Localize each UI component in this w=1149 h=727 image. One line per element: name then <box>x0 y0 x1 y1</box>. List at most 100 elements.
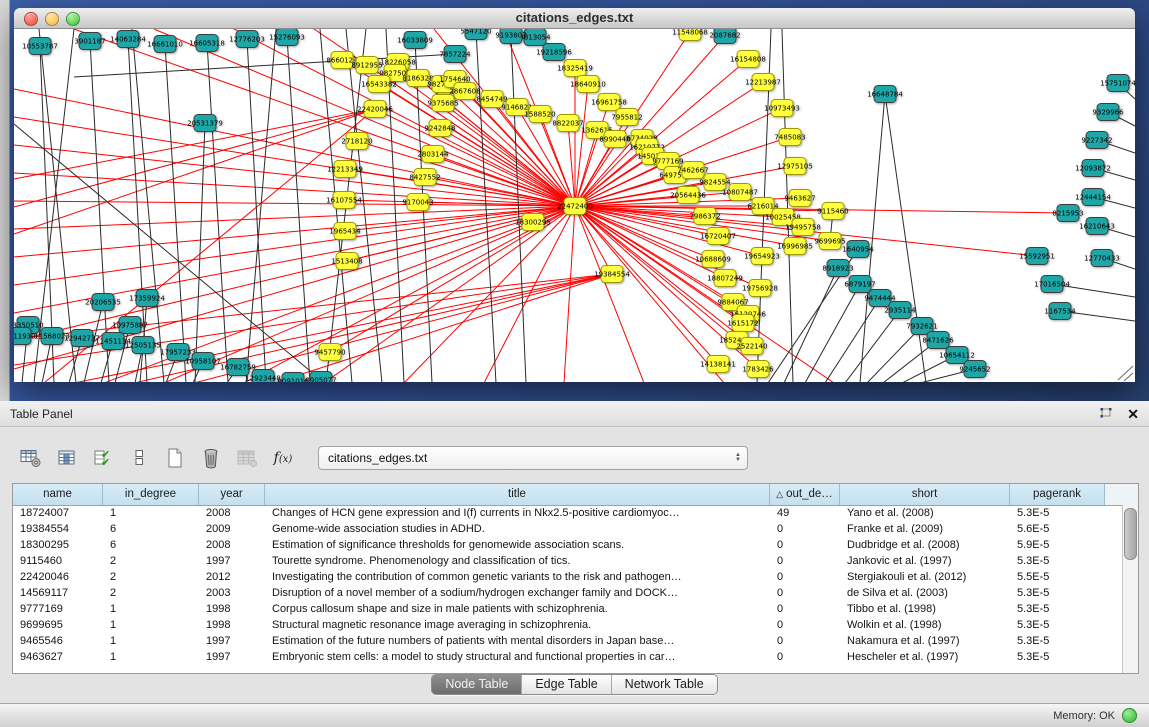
graph-node[interactable]: 20206535 <box>85 294 121 311</box>
graph-node[interactable]: 9193807 <box>495 29 526 44</box>
memory-ok-led[interactable] <box>1122 708 1137 723</box>
graph-node[interactable]: 20531379 <box>187 115 223 132</box>
tab-node-table[interactable]: Node Table <box>432 675 522 694</box>
graph-node[interactable]: 12770433 <box>1084 250 1120 267</box>
graph-node[interactable]: 15592951 <box>1019 248 1055 265</box>
table-row[interactable]: 911546021997Tourette syndrome. Phenomeno… <box>13 554 1138 570</box>
canvas-resize-grip[interactable] <box>1118 366 1133 381</box>
minimize-window-button[interactable] <box>45 12 59 26</box>
graph-node[interactable]: 3901187 <box>74 33 105 50</box>
graph-node[interactable]: 12776203 <box>229 31 265 48</box>
table-row[interactable]: 946362711997Embryonic stem cells: a mode… <box>13 650 1138 666</box>
graph-node[interactable]: 16782759 <box>220 359 256 376</box>
graph-node[interactable]: 12093872 <box>1075 160 1111 177</box>
table-row[interactable]: 977716911998Corpus callosum shape and si… <box>13 602 1138 618</box>
graph-node[interactable]: 10553787 <box>22 38 58 55</box>
graph-node[interactable]: 16107554 <box>326 192 362 209</box>
table-mode-button[interactable] <box>16 443 46 473</box>
graph-node[interactable]: 9699695 <box>814 233 845 250</box>
graph-node[interactable]: 17359924 <box>129 290 165 307</box>
graph-node[interactable]: 16661010 <box>147 36 183 53</box>
table-selector-dropdown[interactable]: citations_edges.txt ▲▼ <box>318 446 748 470</box>
graph-node[interactable]: 19218596 <box>536 44 572 61</box>
graph-node[interactable]: 16648784 <box>867 86 903 103</box>
graph-node[interactable]: 2522140 <box>736 338 767 355</box>
graph-node[interactable]: 2935114 <box>884 302 916 319</box>
column-header-year[interactable]: year <box>199 484 265 505</box>
graph-node[interactable]: 12444154 <box>1075 189 1111 206</box>
graph-node[interactable]: 1513408 <box>331 253 362 270</box>
scrollbar-thumb[interactable] <box>1124 508 1137 560</box>
column-header-pagerank[interactable]: pagerank <box>1010 484 1105 505</box>
table-row[interactable]: 1456911722003Disruption of a novel membe… <box>13 586 1138 602</box>
create-table-button[interactable] <box>160 443 190 473</box>
graph-node[interactable]: 8215953 <box>1052 205 1083 222</box>
table-row[interactable]: 946554611997Estimation of the future num… <box>13 634 1138 650</box>
graph-node[interactable]: 8427552 <box>409 169 440 186</box>
graph-node[interactable]: 8918923 <box>822 260 853 277</box>
graph-node[interactable]: 9242848 <box>424 120 455 137</box>
float-panel-icon[interactable] <box>1098 407 1113 421</box>
tab-edge-table[interactable]: Edge Table <box>522 675 611 694</box>
graph-node[interactable]: 2718120 <box>341 133 372 150</box>
window-titlebar[interactable]: citations_edges.txt <box>14 8 1135 29</box>
graph-node[interactable]: 16996985 <box>777 238 813 255</box>
graph-node[interactable]: 9227342 <box>1081 132 1112 149</box>
graph-node[interactable]: 10975887 <box>112 317 148 334</box>
graph-node[interactable]: 15751074 <box>1100 75 1135 92</box>
graph-node[interactable]: 18325419 <box>557 60 593 77</box>
show-columns-button[interactable] <box>52 443 82 473</box>
function-builder-button[interactable]: f(x) <box>268 443 298 473</box>
graph-node[interactable]: 16605318 <box>189 35 225 52</box>
graph-node[interactable]: 9463627 <box>784 190 815 207</box>
row-options-button[interactable] <box>124 443 154 473</box>
graph-node[interactable]: 7485083 <box>774 129 805 146</box>
graph-node[interactable]: 9115460 <box>817 203 848 220</box>
table-row[interactable]: 1938455462009Genome-wide association stu… <box>13 522 1138 538</box>
column-header-title[interactable]: title <box>265 484 770 505</box>
column-header-in_degree[interactable]: in_degree <box>103 484 199 505</box>
graph-node[interactable]: 1640954 <box>842 241 874 258</box>
tab-network-table[interactable]: Network Table <box>612 675 717 694</box>
select-columns-button[interactable]: ✔ ✔ <box>88 443 118 473</box>
table-row[interactable]: 969969511998Structural magnetic resonanc… <box>13 618 1138 634</box>
close-window-button[interactable] <box>24 12 38 26</box>
close-panel-icon[interactable]: ✕ <box>1127 407 1139 421</box>
graph-node[interactable]: 1588520 <box>524 106 555 123</box>
network-graph[interactable]: 2247240086601238912955182260589827508165… <box>14 29 1135 382</box>
graph-node[interactable]: 9091016 <box>277 373 309 383</box>
graph-node[interactable]: 7986372 <box>689 208 720 225</box>
graph-node[interactable]: 16961758 <box>591 94 627 111</box>
zoom-window-button[interactable] <box>66 12 80 26</box>
graph-node[interactable]: 14138141 <box>700 356 736 373</box>
graph-node[interactable]: 9375685 <box>427 95 458 112</box>
delete-table-button[interactable] <box>196 443 226 473</box>
graph-node[interactable]: 9457790 <box>314 344 345 361</box>
graph-node[interactable]: 1783426 <box>742 361 774 378</box>
graph-node[interactable]: 7857224 <box>439 46 471 63</box>
graph-node[interactable]: 8905077 <box>305 372 336 383</box>
graph-node[interactable]: 19654923 <box>744 248 780 265</box>
graph-node[interactable]: 11548068 <box>672 29 708 41</box>
graph-node[interactable]: 2087682 <box>709 29 740 44</box>
graph-node[interactable]: 8912955 <box>351 57 382 74</box>
graph-node[interactable]: 17016504 <box>1034 276 1070 293</box>
table-row[interactable]: 2242004622012Investigating the contribut… <box>13 570 1138 586</box>
graph-node[interactable]: 9245652 <box>959 361 990 378</box>
graph-node[interactable]: 18640910 <box>570 76 606 93</box>
table-scrollbar[interactable] <box>1122 505 1138 673</box>
graph-node[interactable]: 8822037 <box>552 115 583 132</box>
graph-node[interactable]: 7955812 <box>611 109 642 126</box>
table-row[interactable]: 1830029562008Estimation of significance … <box>13 538 1138 554</box>
graph-node[interactable]: 16210643 <box>1079 218 1115 235</box>
table-row[interactable]: 1872400712008Changes of HCN gene express… <box>13 506 1138 522</box>
graph-node[interactable]: 14063284 <box>110 31 146 48</box>
column-header-short[interactable]: short <box>840 484 1010 505</box>
graph-node[interactable]: 12975105 <box>777 158 813 175</box>
import-table-button[interactable] <box>232 443 262 473</box>
column-header-out_de[interactable]: △out_de… <box>770 484 840 505</box>
network-canvas[interactable]: 2247240086601238912955182260589827508165… <box>14 29 1135 382</box>
graph-node[interactable]: 12213987 <box>745 74 781 91</box>
graph-node[interactable]: 8471626 <box>922 332 954 349</box>
graph-node[interactable]: 16154808 <box>730 51 766 68</box>
